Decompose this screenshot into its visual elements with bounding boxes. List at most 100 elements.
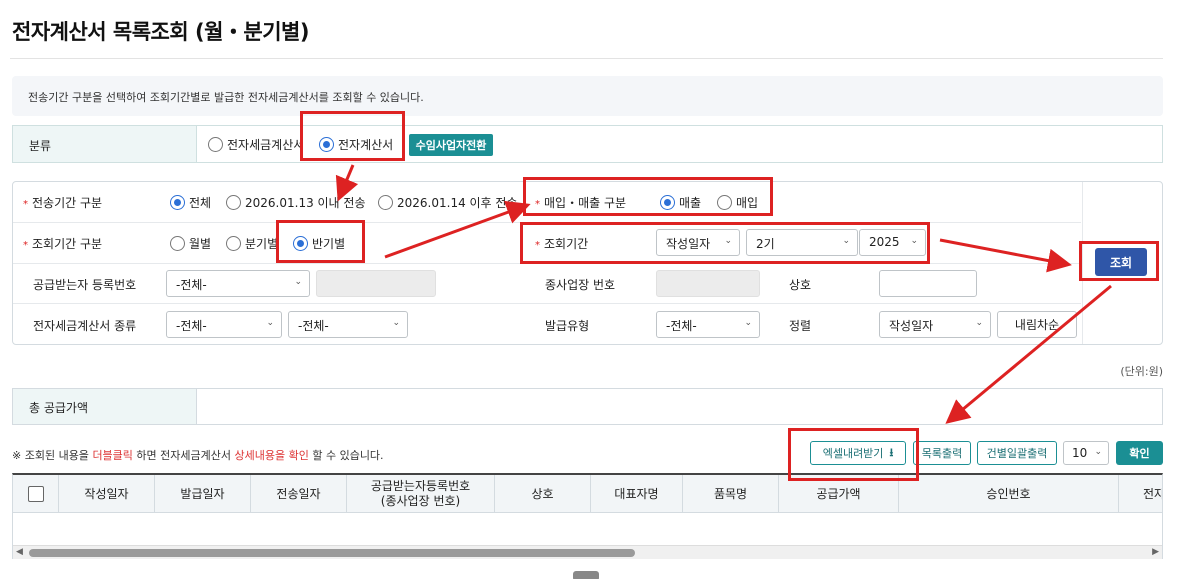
- sub-business-no-input: [656, 270, 760, 297]
- radio-monthly[interactable]: 월별: [170, 235, 211, 252]
- title-divider: [10, 58, 1163, 59]
- invoice-type-select-1[interactable]: -전체- ⌄: [166, 311, 282, 338]
- radio-dot: [293, 236, 308, 251]
- invoice-type-label: 전자세금계산서 종류: [33, 319, 137, 333]
- receiver-reg-no-input: [316, 270, 436, 297]
- select-all-checkbox[interactable]: [27, 486, 44, 502]
- sub-business-no-label: 종사업장 번호: [545, 278, 616, 292]
- date-type-select[interactable]: 작성일자 ⌄: [656, 229, 740, 256]
- radio-label: 분기별: [245, 237, 279, 251]
- radio-label: 전자계산서: [338, 138, 394, 152]
- radio-transmission-before[interactable]: 2026.01.13 이내 전송: [226, 194, 366, 211]
- company-label: 상호: [789, 278, 812, 292]
- chevron-down-icon: ⌄: [975, 318, 983, 328]
- issue-type-label: 발급유형: [545, 319, 590, 333]
- print-list-button[interactable]: 목록출력: [913, 441, 971, 465]
- chevron-down-icon: ⌄: [842, 236, 850, 246]
- info-text: 전송기간 구분을 선택하여 조회기간별로 발급한 전자세금계산서를 조회할 수 …: [28, 91, 424, 104]
- radio-label: 전체: [189, 196, 212, 210]
- radio-label: 매입: [736, 196, 759, 210]
- radio-label: 매출: [679, 196, 702, 210]
- excel-download-label: 엑셀내려받기: [822, 447, 884, 460]
- chevron-down-icon: ⌄: [1094, 447, 1102, 457]
- category-label: 분류: [13, 126, 197, 162]
- row-divider: [13, 263, 1081, 264]
- radio-label: 2026.01.14 이후 전송: [397, 196, 518, 210]
- sort-field-select[interactable]: 작성일자 ⌄: [879, 311, 991, 338]
- switch-business-button[interactable]: 수임사업자전환: [409, 134, 493, 156]
- radio-half-yearly[interactable]: 반기별: [293, 235, 345, 252]
- row-divider: [13, 222, 1081, 223]
- trade-type-label: * 매입・매출 구분: [535, 196, 627, 210]
- result-table: 작성일자 발급일자 전송일자 공급받는자등록번호 (종사업장 번호) 상호 대표…: [12, 473, 1163, 559]
- invoice-type-select-2[interactable]: -전체- ⌄: [288, 311, 408, 338]
- company-input[interactable]: [879, 270, 977, 297]
- col-approval-no[interactable]: 승인번호: [899, 475, 1119, 513]
- radio-dot: [660, 195, 675, 210]
- radio-dot: [319, 137, 334, 152]
- category-row: 분류 전자세금계산서 전자계산서 수임사업자전환: [12, 125, 1163, 163]
- table-header: 작성일자 발급일자 전송일자 공급받는자등록번호 (종사업장 번호) 상호 대표…: [13, 475, 1162, 513]
- col-company[interactable]: 상호: [495, 475, 591, 513]
- radio-tax-invoice[interactable]: 전자세금계산서: [208, 136, 304, 153]
- scroll-right-icon[interactable]: ▶: [1152, 547, 1159, 557]
- col-divider: [1082, 182, 1083, 344]
- chevron-down-icon: ⌄: [266, 318, 274, 328]
- info-box: 전송기간 구분을 선택하여 조회기간별로 발급한 전자세금계산서를 조회할 수 …: [12, 76, 1163, 116]
- search-panel: * 전송기간 구분 전체 2026.01.13 이내 전송 2026.01.14 …: [12, 181, 1163, 345]
- transmission-label: * 전송기간 구분: [23, 196, 103, 210]
- period-label: * 조회기간: [535, 237, 589, 251]
- radio-purchase[interactable]: 매입: [717, 194, 758, 211]
- select-all-cell: [13, 475, 59, 513]
- chevron-down-icon: ⌄: [392, 318, 400, 328]
- unit-label: (단위:원): [1120, 365, 1163, 378]
- half-select[interactable]: 2기 ⌄: [746, 229, 858, 256]
- radio-dot: [226, 195, 241, 210]
- col-supply-amount[interactable]: 공급가액: [779, 475, 899, 513]
- radio-transmission-after[interactable]: 2026.01.14 이후 전송: [378, 194, 518, 211]
- year-select[interactable]: 2025 ⌄: [859, 229, 926, 256]
- scrollbar-thumb[interactable]: [29, 549, 635, 557]
- radio-invoice[interactable]: 전자계산서: [319, 136, 393, 153]
- download-icon: ⭳: [889, 445, 894, 459]
- query-button[interactable]: 조회: [1095, 248, 1147, 276]
- radio-dot: [226, 236, 241, 251]
- col-electronic[interactable]: 전자: [1119, 475, 1162, 513]
- issue-type-select[interactable]: -전체- ⌄: [656, 311, 760, 338]
- bulk-print-button[interactable]: 건별일괄출력: [977, 441, 1057, 465]
- page-size-select[interactable]: 10 ⌄: [1063, 441, 1109, 465]
- receiver-reg-no-label: 공급받는자 등록번호: [33, 278, 137, 292]
- radio-label: 월별: [189, 237, 212, 251]
- col-send-date[interactable]: 전송일자: [251, 475, 347, 513]
- radio-label: 2026.01.13 이내 전송: [245, 196, 366, 210]
- receiver-reg-no-select[interactable]: -전체- ⌄: [166, 270, 310, 297]
- radio-label: 전자세금계산서: [227, 138, 305, 152]
- total-supply-row: 총 공급가액: [12, 388, 1163, 425]
- bottom-handle: [573, 571, 599, 579]
- chevron-down-icon: ⌄: [724, 236, 732, 246]
- chevron-down-icon: ⌄: [744, 318, 752, 328]
- col-write-date[interactable]: 작성일자: [59, 475, 155, 513]
- chevron-down-icon: ⌄: [294, 277, 302, 287]
- radio-dot: [717, 195, 732, 210]
- radio-dot: [378, 195, 393, 210]
- radio-dot: [170, 195, 185, 210]
- period-type-label: * 조회기간 구분: [23, 237, 103, 251]
- sort-label: 정렬: [789, 319, 812, 333]
- chevron-down-icon: ⌄: [910, 236, 918, 246]
- scroll-left-icon[interactable]: ◀: [16, 547, 23, 557]
- radio-sales[interactable]: 매출: [660, 194, 701, 211]
- radio-transmission-all[interactable]: 전체: [170, 194, 211, 211]
- col-issue-date[interactable]: 발급일자: [155, 475, 251, 513]
- sort-order-button[interactable]: 내림차순: [997, 311, 1077, 338]
- horizontal-scrollbar[interactable]: ◀ ▶: [13, 545, 1162, 559]
- radio-quarterly[interactable]: 분기별: [226, 235, 278, 252]
- col-receiver-reg-no[interactable]: 공급받는자등록번호 (종사업장 번호): [347, 475, 495, 513]
- radio-dot: [170, 236, 185, 251]
- col-ceo-name[interactable]: 대표자명: [591, 475, 683, 513]
- total-supply-label: 총 공급가액: [13, 389, 197, 424]
- col-item-name[interactable]: 품목명: [683, 475, 779, 513]
- row-divider: [13, 303, 1081, 304]
- confirm-button[interactable]: 확인: [1116, 441, 1163, 465]
- excel-download-button[interactable]: 엑셀내려받기 ⭳: [810, 441, 906, 465]
